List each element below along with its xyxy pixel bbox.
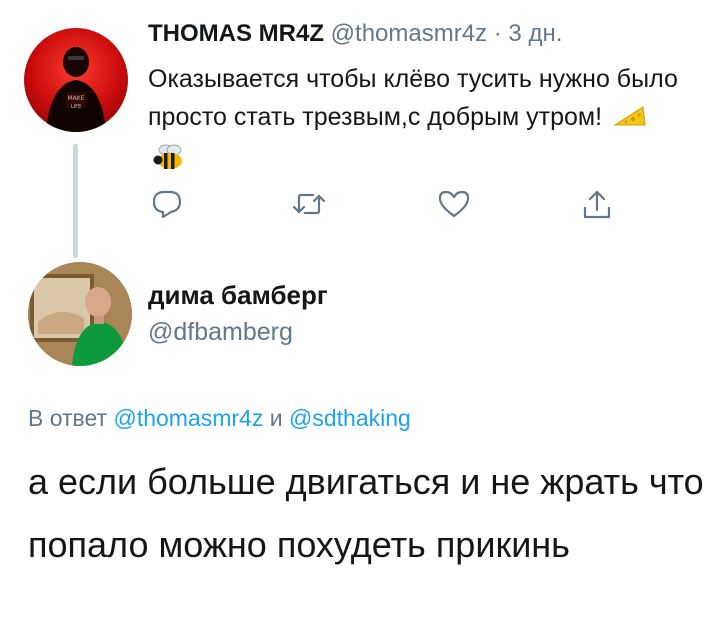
tweet1-body: Оказывается чтобы клёво тусить нужно был…	[148, 60, 688, 182]
reply-button[interactable]	[150, 188, 190, 224]
svg-text:MAKE: MAKE	[67, 95, 84, 102]
retweet-button[interactable]	[291, 188, 331, 224]
author-name[interactable]: дима бамберг	[148, 280, 328, 311]
share-button[interactable]	[580, 188, 620, 224]
tweet1-text: Оказывается чтобы клёво тусить нужно был…	[148, 65, 678, 131]
tweet1-header: THOMAS MR4Z @thomasmr4z · 3 дн.	[148, 20, 562, 48]
avatar-photo: MAKE LIFE	[46, 47, 106, 132]
avatar-photo	[28, 262, 132, 366]
reply-icon	[152, 190, 182, 219]
bee-icon	[152, 143, 188, 182]
author-name[interactable]: THOMAS MR4Z	[148, 20, 324, 47]
tweet-time[interactable]: 3 дн.	[508, 20, 562, 47]
avatar-thomasmr4z[interactable]: MAKE LIFE	[24, 28, 128, 132]
thread-line	[73, 144, 78, 258]
like-button[interactable]	[437, 188, 477, 224]
author-handle[interactable]: @thomasmr4z	[331, 20, 487, 47]
like-icon	[438, 190, 470, 218]
cheese-icon	[613, 102, 647, 140]
share-icon	[583, 190, 611, 219]
mention-link[interactable]: @sdthaking	[289, 405, 411, 431]
retweet-icon	[292, 193, 326, 215]
svg-text:LIFE: LIFE	[71, 104, 81, 110]
tweet1-actions	[148, 188, 628, 224]
reply-prefix: В ответ	[28, 405, 108, 431]
mention-link[interactable]: @thomasmr4z	[113, 405, 263, 431]
avatar-dfbamberg[interactable]	[28, 262, 132, 366]
meta-separator: ·	[493, 20, 502, 47]
tweet2-text: а если больше двигаться и не жрать что п…	[28, 461, 704, 565]
author-handle[interactable]: @dfbamberg	[148, 318, 293, 347]
reply-context: В ответ @thomasmr4z и @sdthaking	[28, 405, 411, 432]
reply-conjunction: и	[269, 405, 283, 431]
